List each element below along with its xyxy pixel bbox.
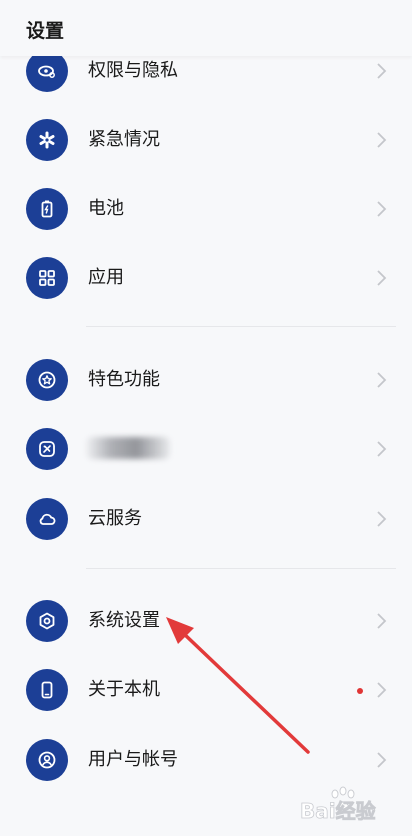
top-bar: 设置: [0, 0, 412, 56]
settings-item-battery[interactable]: 电池: [0, 175, 412, 243]
chevron-right-icon: [377, 752, 387, 768]
battery-icon: [26, 188, 68, 230]
settings-item-wallet[interactable]: [0, 415, 412, 483]
page-title: 设置: [26, 20, 65, 42]
chevron-right-icon: [377, 201, 387, 217]
chevron-right-icon: [377, 372, 387, 388]
settings-item-cloud[interactable]: 云服务: [0, 485, 412, 553]
user-icon: [26, 739, 68, 781]
settings-item-label: 关于本机: [88, 679, 160, 700]
chevron-right-icon: [377, 511, 387, 527]
star-circle-icon: [26, 359, 68, 401]
settings-item-label: 紧急情况: [88, 129, 160, 150]
chevron-right-icon: [377, 270, 387, 286]
group-divider: [86, 326, 396, 327]
settings-item-label: 电池: [88, 198, 124, 219]
watermark-logo: Bai经验: [300, 786, 376, 823]
notification-dot: [357, 688, 363, 694]
settings-item-label: 特色功能: [88, 369, 160, 390]
settings-item-about-phone[interactable]: 关于本机: [0, 656, 412, 724]
wallet-icon: [26, 428, 68, 470]
chevron-right-icon: [377, 63, 387, 79]
apps-grid-icon: [26, 257, 68, 299]
settings-item-features[interactable]: 特色功能: [0, 346, 412, 414]
settings-item-label: 系统设置: [88, 610, 160, 631]
phone-icon: [26, 669, 68, 711]
settings-item-label: 用户与帐号: [88, 749, 178, 770]
chevron-right-icon: [377, 613, 387, 629]
chevron-right-icon: [377, 132, 387, 148]
settings-item-label: 权限与隐私: [88, 60, 178, 81]
settings-item-label: 云服务: [88, 508, 142, 529]
privacy-eye-icon: [26, 50, 68, 92]
hexagon-settings-icon: [26, 600, 68, 642]
settings-item-label: 应用: [88, 267, 124, 288]
group-divider: [86, 568, 396, 569]
emergency-asterisk-icon: [26, 119, 68, 161]
chevron-right-icon: [377, 441, 387, 457]
settings-list: 权限与隐私 紧急情况 电池 应用 特色功能 云服务 系统设置 关于本机 用户与帐…: [0, 0, 412, 836]
settings-item-emergency[interactable]: 紧急情况: [0, 106, 412, 174]
settings-item-system-settings[interactable]: 系统设置: [0, 587, 412, 655]
blurred-label: [86, 437, 170, 459]
cloud-icon: [26, 498, 68, 540]
chevron-right-icon: [377, 682, 387, 698]
settings-item-apps[interactable]: 应用: [0, 244, 412, 312]
watermark-text: Bai经验: [300, 799, 376, 823]
